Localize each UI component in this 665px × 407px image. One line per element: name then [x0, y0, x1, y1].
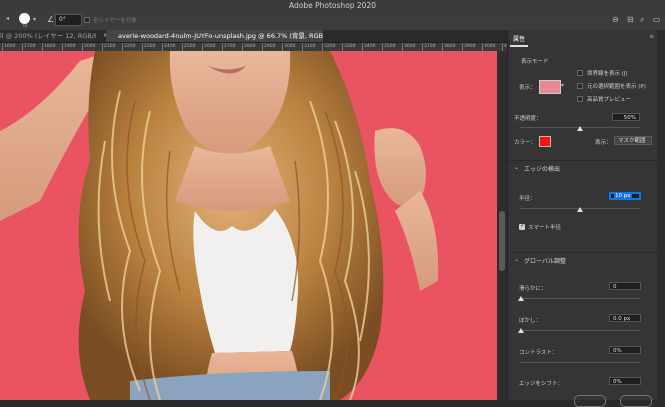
smooth-slider-track[interactable] — [520, 298, 640, 299]
opacity-label: 不透明度： — [514, 116, 542, 122]
show-original-checkbox[interactable] — [577, 83, 583, 89]
edge-detection-title: エッジの検出 — [524, 166, 561, 173]
ruler-tick: 2900 — [262, 43, 276, 51]
ruler-tick: 4000 — [482, 43, 496, 51]
document-canvas[interactable] — [0, 51, 497, 400]
ruler-tick: 3000 — [282, 43, 296, 51]
shift-edge-input[interactable]: 0% — [609, 377, 641, 385]
shift-edge-label: エッジをシフト： — [519, 381, 564, 387]
tab-photo-document[interactable]: averie-woodard-4nulm-JUYFo-unsplash.jpg … — [106, 30, 323, 42]
cancel-button[interactable] — [574, 395, 606, 407]
target-icon[interactable]: ⊖ — [612, 15, 619, 24]
feather-slider-thumb[interactable] — [518, 328, 524, 333]
ruler-tick: 2200 — [122, 43, 136, 51]
brush-chevron-down-icon[interactable]: ▾ — [33, 16, 36, 23]
edge-detection-section[interactable]: ⌄ エッジの検出 — [508, 160, 658, 175]
contrast-slider-track[interactable] — [520, 362, 640, 363]
ruler-tick: 2500 — [182, 43, 196, 51]
ruler-tick: 2600 — [202, 43, 216, 51]
show-edge-label: 境界線を表示 (J) — [587, 71, 628, 77]
ruler-tick: 3100 — [302, 43, 316, 51]
document-tabs: ll @ 200% (レイヤー 12, RGB/8) * × averie-wo… — [0, 30, 507, 43]
ruler-tick: 3200 — [322, 43, 336, 51]
global-adjustments-section[interactable]: ⌄ グローバル調整 — [508, 252, 658, 267]
ruler-tick: 3600 — [402, 43, 416, 51]
feather-label: ぼかし： — [519, 318, 542, 324]
properties-panel: 属性 ≡ 表示モード 表示： ▾ 境界線を表示 (J) 元の選択範囲を表示 (P… — [507, 30, 658, 407]
panel-menu-icon[interactable]: ≡ — [649, 33, 654, 40]
ruler-tick: 3900 — [462, 43, 476, 51]
search-icon[interactable]: ⌕ — [640, 15, 644, 25]
ruler-tick: 3700 — [422, 43, 436, 51]
ruler-tick: 3500 — [382, 43, 396, 51]
sample-all-layers-label: 全レイヤーを対象 — [93, 18, 137, 24]
radius-input[interactable]: 10 px — [609, 192, 641, 200]
vertical-scrollbar[interactable] — [497, 51, 507, 400]
ruler-tick: 2100 — [102, 43, 116, 51]
brush-size: 70 — [22, 23, 28, 28]
ok-button[interactable] — [620, 395, 652, 407]
smooth-slider-thumb[interactable] — [518, 296, 524, 301]
opacity-input[interactable]: 50% — [612, 113, 640, 121]
ruler-tick: 1800 — [42, 43, 56, 51]
photo-woman-curly-hair — [0, 51, 497, 400]
display-label: 表示： — [595, 140, 612, 146]
chevron-down-icon: ⌄ — [514, 256, 520, 263]
contrast-label: コントラスト： — [519, 350, 558, 356]
color-swatch[interactable] — [539, 136, 551, 147]
feather-slider-track[interactable] — [520, 330, 640, 331]
smooth-input[interactable]: 0 — [609, 282, 641, 290]
smart-radius-checkbox[interactable]: ✓ — [519, 222, 526, 230]
ruler-tick: 3400 — [362, 43, 376, 51]
high-quality-preview-checkbox[interactable] — [577, 96, 583, 102]
ruler-tick: 3800 — [442, 43, 456, 51]
contrast-input[interactable]: 0% — [609, 346, 641, 354]
scrollbar-thumb[interactable] — [499, 211, 505, 271]
view-mode-title: 表示モード — [521, 59, 549, 65]
options-bar: ◂ 70 ▾ ∠ 0° 全レイヤーを対象 ⊖ ⊟ ⌕ ▭ — [0, 11, 665, 31]
ruler-tick: 2400 — [162, 43, 176, 51]
panel-dock-strip — [657, 30, 665, 400]
show-edge-checkbox[interactable] — [577, 70, 583, 76]
display-dropdown-value: マスク範囲 — [618, 138, 646, 144]
ruler-tick: 1600 — [2, 43, 16, 51]
feather-input[interactable]: 0.0 px — [609, 314, 641, 322]
opacity-slider-thumb[interactable] — [577, 126, 583, 131]
smart-radius-label: スマート半径 — [528, 225, 561, 231]
ruler-tick: 2300 — [142, 43, 156, 51]
ruler-tick: 2000 — [82, 43, 96, 51]
angle-input[interactable]: 0° — [55, 14, 82, 26]
view-mode-preview-thumbnail[interactable] — [539, 80, 561, 94]
tab-layer-document[interactable]: ll @ 200% (レイヤー 12, RGB/8) * — [0, 30, 96, 42]
title-bar: Adobe Photoshop 2020 — [0, 0, 665, 11]
ruler-tick: 1900 — [62, 43, 76, 51]
app-title: Adobe Photoshop 2020 — [289, 1, 376, 10]
workspace-icon[interactable]: ▭ — [653, 15, 661, 24]
radius-slider-thumb[interactable] — [577, 207, 583, 212]
tool-preset-chevron-icon[interactable]: ◂ — [6, 15, 9, 22]
sample-all-layers-checkbox[interactable] — [84, 17, 90, 23]
color-label: カラー： — [514, 140, 537, 146]
check-icon: ✓ — [520, 222, 526, 229]
global-adjustments-title: グローバル調整 — [524, 258, 566, 265]
show-original-label: 元の選択範囲を表示 (P) — [587, 84, 646, 90]
view-mode-chevron-icon[interactable]: ▾ — [561, 82, 564, 89]
ruler-tick: 2700 — [222, 43, 236, 51]
radius-value: 10 px — [614, 193, 632, 199]
radius-label: 半径： — [519, 196, 536, 202]
view-label: 表示： — [519, 85, 536, 91]
angle-icon: ∠ — [47, 15, 55, 24]
chevron-down-icon: ⌄ — [514, 164, 520, 171]
ruler-tick: 1700 — [22, 43, 36, 51]
ruler-tick: 3300 — [342, 43, 356, 51]
tab-properties[interactable]: 属性 — [510, 34, 529, 47]
ruler-tick: 2800 — [242, 43, 256, 51]
high-quality-preview-label: 高品質プレビュー — [587, 97, 632, 103]
smooth-label: 滑らかに： — [519, 286, 547, 292]
display-dropdown[interactable]: マスク範囲 — [614, 136, 652, 145]
zoom-out-icon[interactable]: ⊟ — [627, 15, 634, 24]
